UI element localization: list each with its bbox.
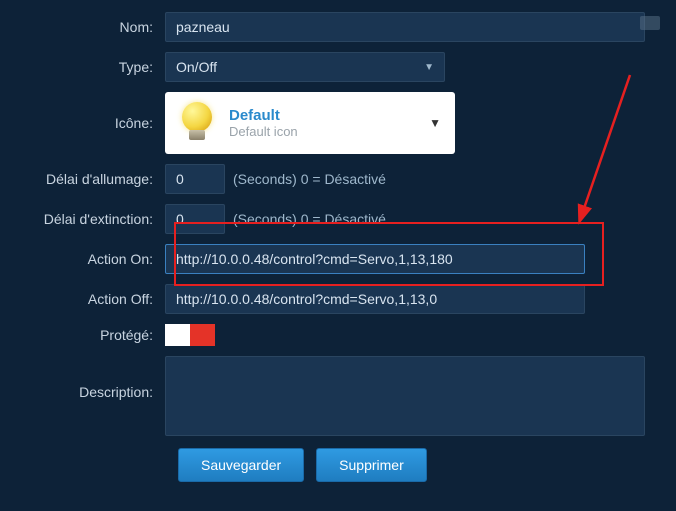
icon-picker-title: Default xyxy=(229,107,298,124)
label-description: Description: xyxy=(0,356,165,400)
label-delai-on: Délai d'allumage: xyxy=(0,171,165,187)
protege-toggle[interactable] xyxy=(165,324,215,346)
type-select-value: On/Off xyxy=(176,59,217,75)
save-button[interactable]: Sauvegarder xyxy=(178,448,304,482)
label-action-off: Action Off: xyxy=(0,291,165,307)
label-nom: Nom: xyxy=(0,19,165,35)
action-on-input[interactable] xyxy=(165,244,585,274)
label-protege: Protégé: xyxy=(0,327,165,343)
chevron-down-icon: ▼ xyxy=(424,62,434,73)
label-action-on: Action On: xyxy=(0,251,165,267)
label-icone: Icône: xyxy=(0,115,165,131)
icon-picker[interactable]: Default Default icon ▼ xyxy=(165,92,455,154)
delete-button[interactable]: Supprimer xyxy=(316,448,427,482)
description-textarea[interactable] xyxy=(165,356,645,436)
chevron-down-icon: ▼ xyxy=(429,116,441,130)
icon-picker-subtitle: Default icon xyxy=(229,124,298,139)
label-type: Type: xyxy=(0,59,165,75)
type-select[interactable]: On/Off ▼ xyxy=(165,52,445,82)
contact-card-icon xyxy=(640,16,660,30)
nom-input[interactable] xyxy=(165,12,645,42)
delai-on-hint: (Seconds) 0 = Désactivé xyxy=(233,171,386,187)
action-off-input[interactable] xyxy=(165,284,585,314)
label-delai-off: Délai d'extinction: xyxy=(0,211,165,227)
delai-off-input[interactable] xyxy=(165,204,225,234)
delai-off-hint: (Seconds) 0 = Désactivé xyxy=(233,211,386,227)
delai-on-input[interactable] xyxy=(165,164,225,194)
lightbulb-icon xyxy=(179,102,215,144)
